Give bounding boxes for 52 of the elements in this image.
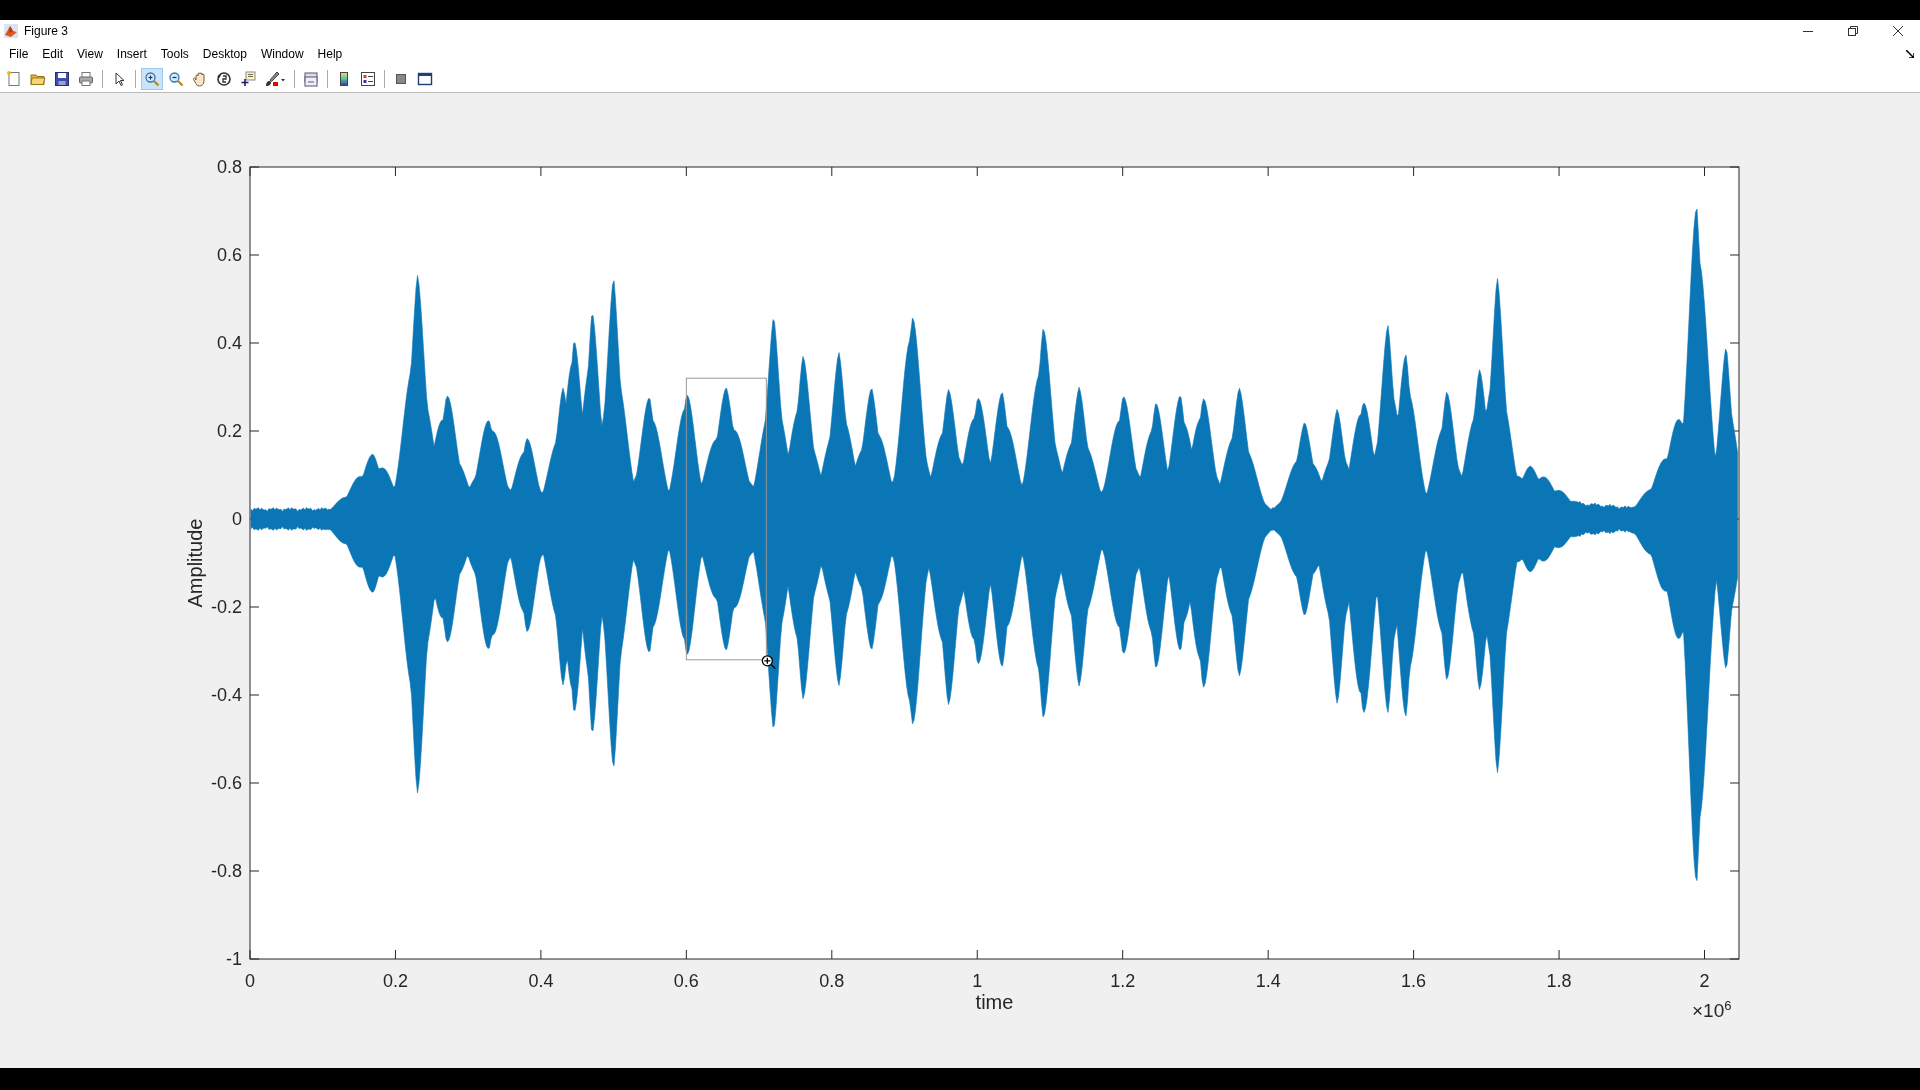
app-logo-icon — [4, 24, 18, 38]
printer-icon — [78, 71, 94, 87]
x-tick-label: 0.6 — [673, 971, 699, 991]
window-title: Figure 3 — [24, 24, 70, 38]
zoom-in-icon — [144, 71, 160, 87]
y-tick-label: -0.2 — [210, 597, 242, 617]
menu-item[interactable]: View — [70, 45, 110, 63]
y-tick-label: -1 — [226, 949, 242, 969]
x-tick-label: 0.8 — [819, 971, 845, 991]
menu-item[interactable]: File — [2, 45, 36, 63]
menu-item[interactable]: Insert — [109, 45, 154, 63]
y-tick-label: 0.2 — [216, 421, 242, 441]
hand-icon — [192, 71, 208, 87]
y-axis-label: Amplitude — [184, 518, 206, 608]
menu-item[interactable]: Window — [253, 45, 311, 63]
new-file-icon — [6, 71, 22, 87]
data-cursor-icon — [240, 71, 256, 87]
y-tick-label: 0 — [232, 509, 242, 529]
link-icon — [303, 71, 319, 87]
x-tick-label: 0.2 — [382, 971, 408, 991]
x-tick-label: 1.2 — [1110, 971, 1136, 991]
menu-item[interactable]: Help — [310, 45, 350, 63]
x-tick-label: 1.4 — [1255, 971, 1281, 991]
zoom-out-icon — [168, 71, 184, 87]
x-tick-label: 2 — [1699, 971, 1710, 991]
x-axis-label: time — [975, 991, 1014, 1013]
axis-exponent: ×10$^{6}$ — [1692, 998, 1732, 1023]
square-icon — [393, 71, 409, 87]
x-tick-label: 1 — [972, 971, 983, 991]
y-tick-label: -0.6 — [210, 773, 242, 793]
dock-arrow-icon[interactable] — [1906, 50, 1914, 58]
x-tick-label: 1.8 — [1546, 971, 1572, 991]
zoom-cursor-icon — [761, 655, 776, 670]
zoom-in-tool-button[interactable] — [141, 68, 163, 90]
x-tick-label: 1.6 — [1401, 971, 1427, 991]
menu-item[interactable]: Tools — [153, 45, 196, 63]
restore-icon — [1847, 26, 1858, 36]
y-tick-label: -0.4 — [210, 685, 242, 705]
window-icon — [417, 71, 433, 87]
menu-item[interactable]: Desktop — [195, 45, 254, 63]
brush-icon — [264, 71, 286, 87]
y-tick-label: 0.6 — [216, 245, 242, 265]
y-tick-label: 0.8 — [216, 157, 242, 177]
close-icon — [1892, 26, 1903, 36]
x-tick-label: 0 — [245, 971, 255, 991]
y-tick-label: -0.8 — [210, 861, 242, 881]
legend-icon — [360, 71, 376, 87]
folder-icon — [30, 71, 46, 87]
rotate-icon — [216, 71, 232, 87]
y-tick-label: 0.4 — [216, 333, 242, 353]
menu-item[interactable]: Edit — [35, 45, 71, 63]
x-tick-label: 0.4 — [528, 971, 554, 991]
